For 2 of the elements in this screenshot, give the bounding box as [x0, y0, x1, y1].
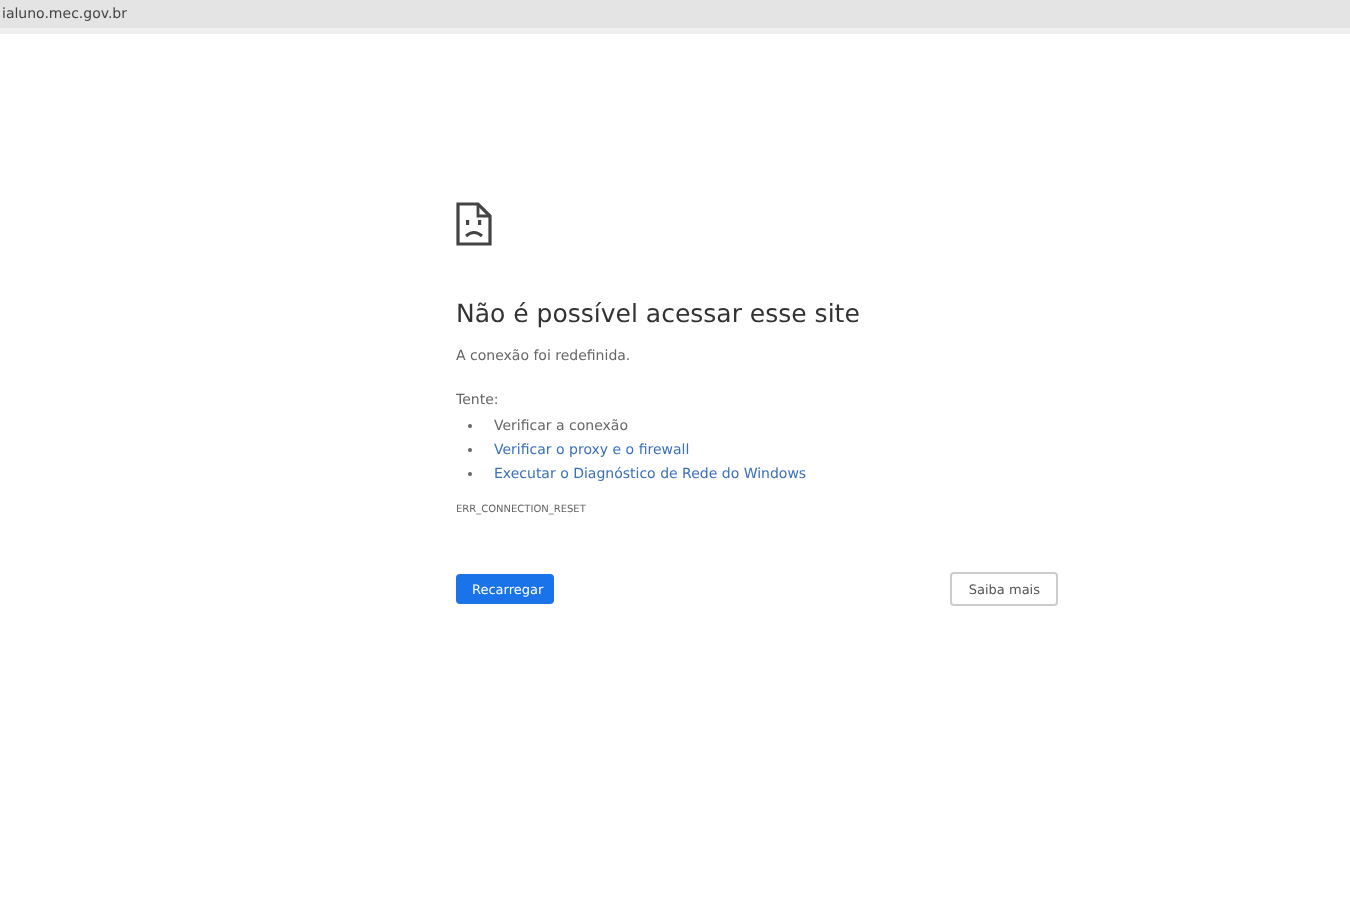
error-title: Não é possível acessar esse site: [456, 298, 860, 328]
sad-page-icon: [456, 202, 492, 246]
